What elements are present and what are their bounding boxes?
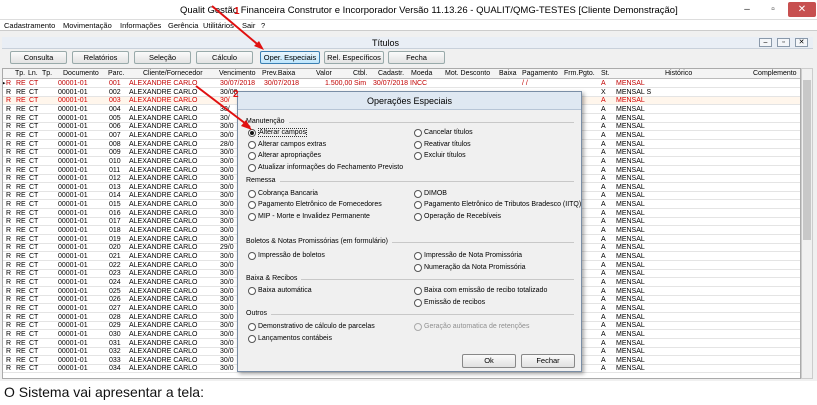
tutorial-annotations: 1 2 [195,5,264,130]
marker-1: 1 [234,6,240,17]
marker-2: 2 [233,89,239,100]
arrow-to-alterar-campos [195,85,251,128]
application-window: Qualit Gestão Financeira Construtor e In… [0,0,817,381]
caption-text: O Sistema vai apresentar a tela: [4,384,204,400]
